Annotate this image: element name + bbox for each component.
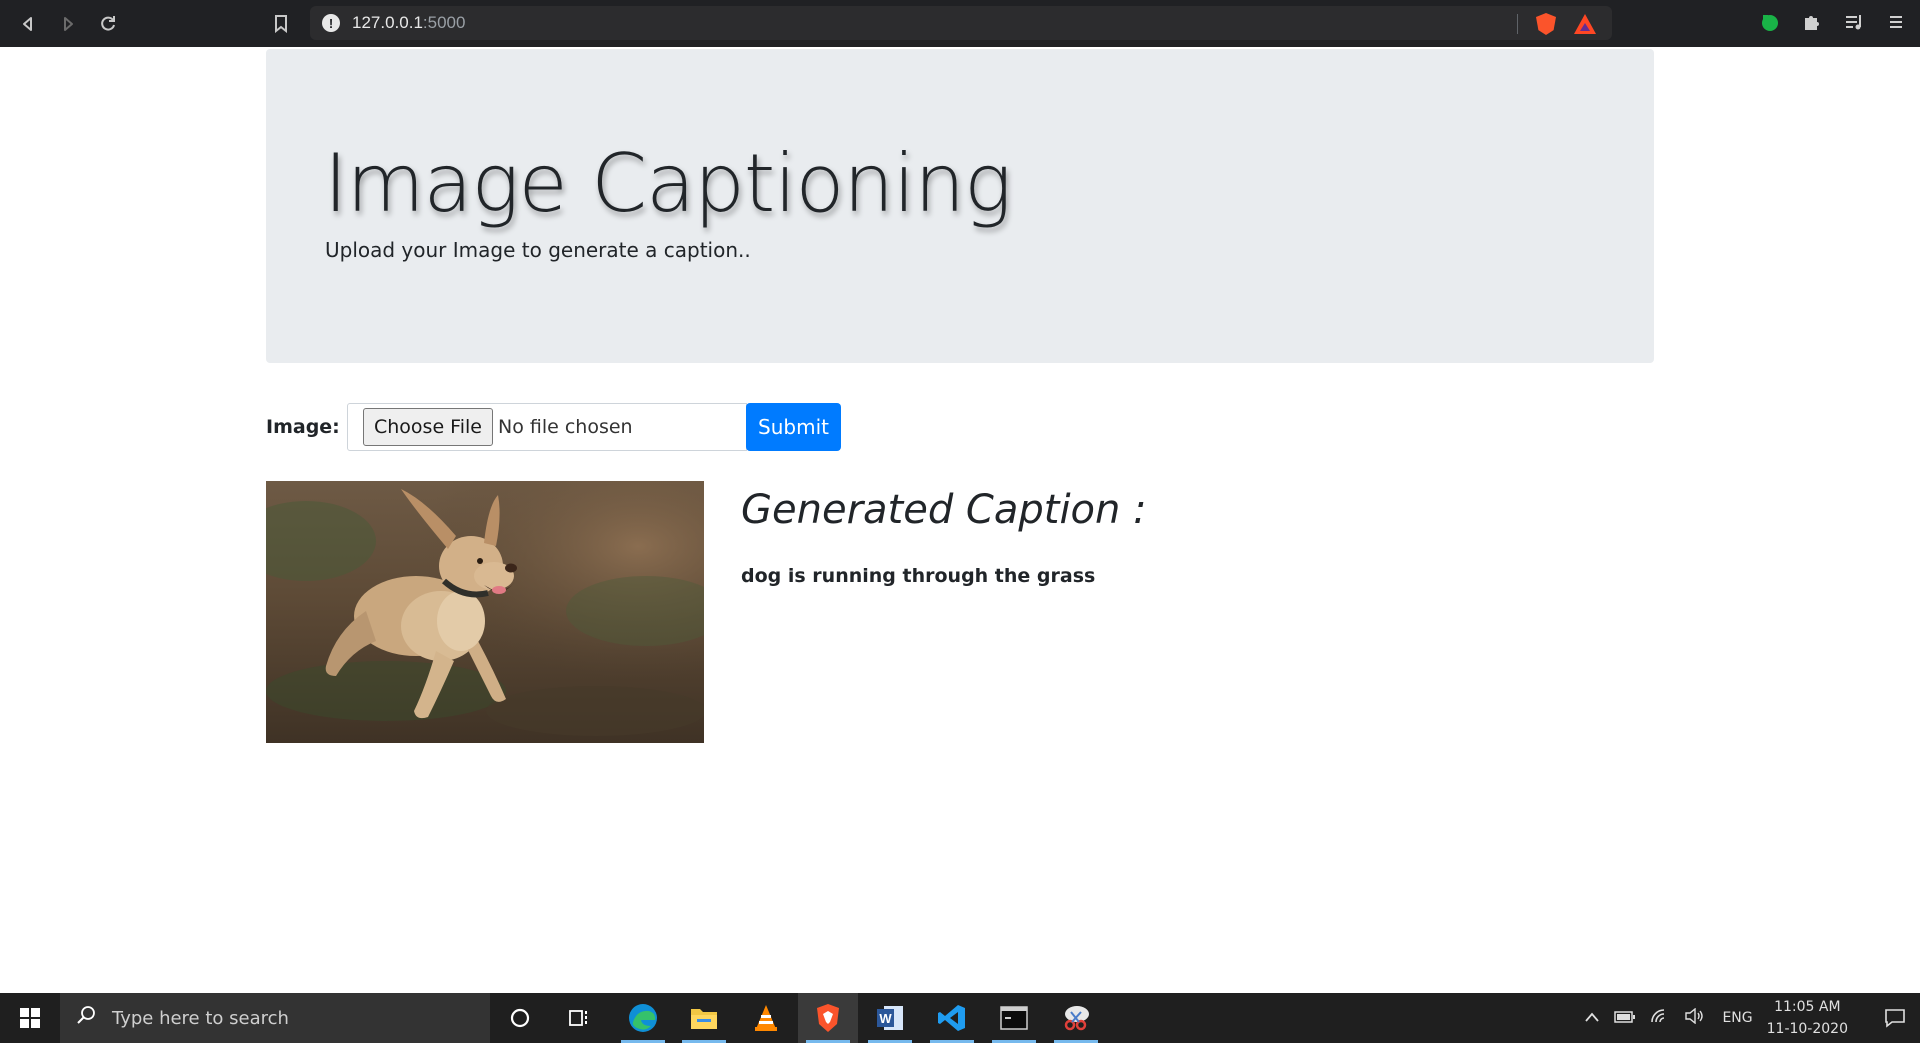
clock-date: 11-10-2020 (1766, 1021, 1848, 1037)
address-bar[interactable]: ! 127.0.0.1:5000 (310, 6, 1612, 40)
windows-logo-icon (20, 1008, 40, 1028)
cortana-icon[interactable] (490, 993, 550, 1043)
browser-toolbar: ! 127.0.0.1:5000 (0, 0, 1920, 47)
generated-caption-heading: Generated Caption : (741, 487, 1147, 533)
terminal-app-icon[interactable] (984, 993, 1044, 1043)
search-placeholder: Type here to search (112, 1007, 289, 1029)
bookmark-icon[interactable] (268, 11, 294, 37)
vlc-icon[interactable] (736, 993, 796, 1043)
choose-file-button[interactable]: Choose File (363, 408, 493, 446)
snipping-tool-icon[interactable] (1046, 993, 1106, 1043)
reload-icon[interactable] (94, 10, 122, 38)
url-separator (1517, 14, 1518, 34)
evernote-extension-icon[interactable] (1758, 10, 1782, 34)
media-playlist-icon[interactable] (1842, 10, 1866, 34)
url-host: 127.0.0.1 (352, 13, 423, 32)
url-text[interactable]: 127.0.0.1:5000 (352, 13, 465, 33)
url-port: :5000 (422, 13, 466, 32)
input-language[interactable]: ENG (1722, 1010, 1752, 1026)
brave-app-icon[interactable] (798, 993, 858, 1043)
system-tray: ENG 11:05 AM 11-10-2020 (1584, 993, 1920, 1043)
search-icon (76, 1005, 100, 1031)
wifi-icon[interactable] (1650, 1008, 1670, 1028)
start-button[interactable] (0, 993, 60, 1043)
url-bar-actions (1517, 13, 1596, 35)
volume-icon[interactable] (1684, 1007, 1704, 1028)
site-info-icon[interactable]: ! (322, 14, 340, 32)
upload-form: Image: Choose File No file chosen Submit (266, 403, 841, 451)
svg-text:W: W (879, 1011, 892, 1026)
vscode-app-icon[interactable] (922, 993, 982, 1043)
file-explorer-icon[interactable] (674, 993, 734, 1043)
brave-shields-icon[interactable] (1536, 13, 1556, 35)
submit-button[interactable]: Submit (746, 403, 841, 451)
image-label: Image: (266, 416, 340, 438)
edge-app-icon[interactable] (613, 993, 673, 1043)
battery-icon[interactable] (1614, 1010, 1636, 1027)
windows-taskbar: Type here to search W ENG 11:05 AM 11-10… (0, 993, 1920, 1043)
page-title: Image Captioning (324, 137, 1012, 230)
jumbotron-header: Image Captioning Upload your Image to ge… (266, 49, 1654, 363)
notification-center-icon[interactable] (1870, 993, 1920, 1043)
forward-icon[interactable] (54, 10, 82, 38)
page-subtitle: Upload your Image to generate a caption.… (325, 238, 751, 262)
generated-caption-text: dog is running through the grass (741, 565, 1096, 587)
taskbar-clock[interactable]: 11:05 AM 11-10-2020 (1767, 996, 1848, 1040)
clock-time: 11:05 AM (1774, 999, 1841, 1015)
uploaded-image (266, 481, 704, 743)
extensions-puzzle-icon[interactable] (1800, 10, 1824, 34)
extensions-area (1758, 10, 1908, 34)
taskbar-search[interactable]: Type here to search (60, 993, 490, 1043)
chevron-up-icon[interactable] (1584, 1010, 1600, 1027)
word-app-icon[interactable]: W (860, 993, 920, 1043)
menu-icon[interactable] (1884, 10, 1908, 34)
file-input[interactable]: Choose File No file chosen (347, 403, 747, 451)
task-view-icon[interactable] (550, 993, 610, 1043)
file-status-text: No file chosen (497, 416, 633, 438)
back-icon[interactable] (14, 10, 42, 38)
brave-rewards-icon[interactable] (1574, 14, 1596, 34)
